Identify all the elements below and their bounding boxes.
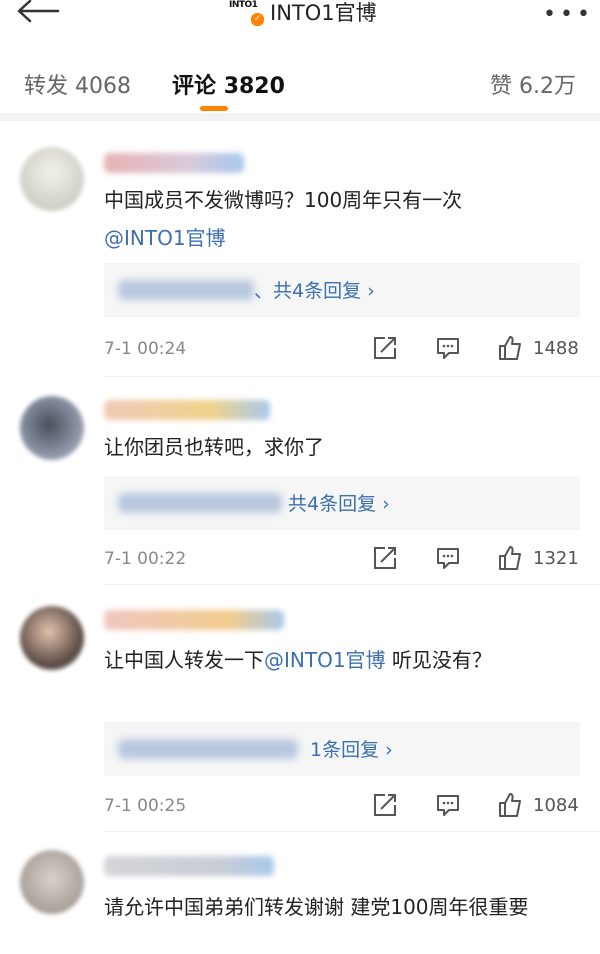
account-name[interactable]: INTO1官博: [270, 0, 377, 27]
like-count: 1084: [533, 795, 579, 816]
back-arrow-icon[interactable]: [14, 0, 60, 30]
comment-text: 让中国人转发一下@INTO1官博 听见没有？: [104, 641, 584, 679]
more-dots-icon[interactable]: •••: [543, 2, 594, 27]
reply-count-link[interactable]: 1条回复 ›: [310, 735, 393, 762]
forward-icon[interactable]: [372, 335, 398, 361]
reply-author-blurred: [118, 280, 254, 300]
comment-separator: [104, 584, 600, 585]
comment-time: 7-1 00:24: [104, 339, 187, 359]
mention-link[interactable]: @INTO1官博: [104, 226, 226, 250]
comment-text-body: 让中国人转发一下: [104, 648, 264, 672]
tab-forward-count: 4068: [75, 74, 132, 99]
comment-text: 中国成员不发微博吗？100周年只有一次 @INTO1官博: [104, 181, 584, 257]
reply-author-blurred: [118, 739, 298, 759]
comment-icon[interactable]: [435, 335, 461, 361]
reply-author-blurred: [118, 493, 282, 513]
tab-comment[interactable]: 评论 3820: [172, 68, 285, 100]
comment-icon[interactable]: [435, 545, 461, 571]
account-avatar[interactable]: INTO1 ✓: [226, 0, 266, 30]
avatar[interactable]: [20, 850, 84, 914]
comment-text-body: 请允许中国弟弟们转发谢谢 建党100周年很重要: [104, 895, 529, 919]
username-blurred[interactable]: [104, 610, 284, 630]
tab-bar: 转发 4068 评论 3820 赞 6.2万: [0, 58, 600, 112]
tab-comment-label: 评论: [172, 74, 217, 99]
forward-icon[interactable]: [372, 792, 398, 818]
username-blurred[interactable]: [104, 153, 244, 173]
comment-icon[interactable]: [435, 792, 461, 818]
reply-preview[interactable]: 共4条回复 ›: [104, 476, 580, 530]
tab-like-count: 6.2万: [519, 74, 576, 99]
reply-preview[interactable]: 、共4条回复 ›: [104, 263, 580, 317]
section-divider: [0, 113, 600, 121]
like-thumb-icon[interactable]: [497, 545, 523, 571]
comment-text-body: 中国成员不发微博吗？100周年只有一次: [104, 188, 463, 212]
tab-comment-count: 3820: [223, 74, 285, 99]
comment-time: 7-1 00:22: [104, 549, 187, 569]
tab-like-label: 赞: [489, 74, 512, 99]
like-count: 1321: [533, 548, 579, 569]
forward-icon[interactable]: [372, 545, 398, 571]
reply-count-link[interactable]: 、共4条回复 ›: [254, 276, 375, 303]
username-blurred[interactable]: [104, 400, 270, 420]
comment-time: 7-1 00:25: [104, 796, 187, 816]
comment-text: 让你团员也转吧，求你了: [104, 428, 584, 466]
comment-text-tail: 听见没有？: [385, 648, 492, 672]
verified-badge-icon: ✓: [250, 12, 265, 27]
reply-count-link[interactable]: 共4条回复 ›: [288, 489, 390, 516]
avatar[interactable]: [20, 606, 84, 670]
like-thumb-icon[interactable]: [497, 335, 523, 361]
logo-text: INTO1: [229, 0, 258, 10]
avatar[interactable]: [20, 396, 84, 460]
tab-forward-label: 转发: [24, 74, 69, 99]
comment-separator: [104, 831, 600, 832]
like-count: 1488: [533, 338, 579, 359]
tab-forward[interactable]: 转发 4068: [24, 68, 131, 100]
top-bar: INTO1 ✓ INTO1官博 •••: [0, 0, 600, 44]
mention-link[interactable]: @INTO1官博: [264, 648, 386, 672]
like-thumb-icon[interactable]: [497, 792, 523, 818]
username-blurred[interactable]: [104, 856, 274, 876]
active-tab-indicator: [200, 106, 228, 111]
comment-text: 请允许中国弟弟们转发谢谢 建党100周年很重要: [104, 888, 584, 926]
comment-text-body: 让你团员也转吧，求你了: [104, 435, 324, 459]
comment-separator: [104, 376, 600, 377]
reply-preview[interactable]: 1条回复 ›: [104, 722, 580, 776]
avatar[interactable]: [20, 147, 84, 211]
tab-like[interactable]: 赞 6.2万: [490, 68, 576, 100]
